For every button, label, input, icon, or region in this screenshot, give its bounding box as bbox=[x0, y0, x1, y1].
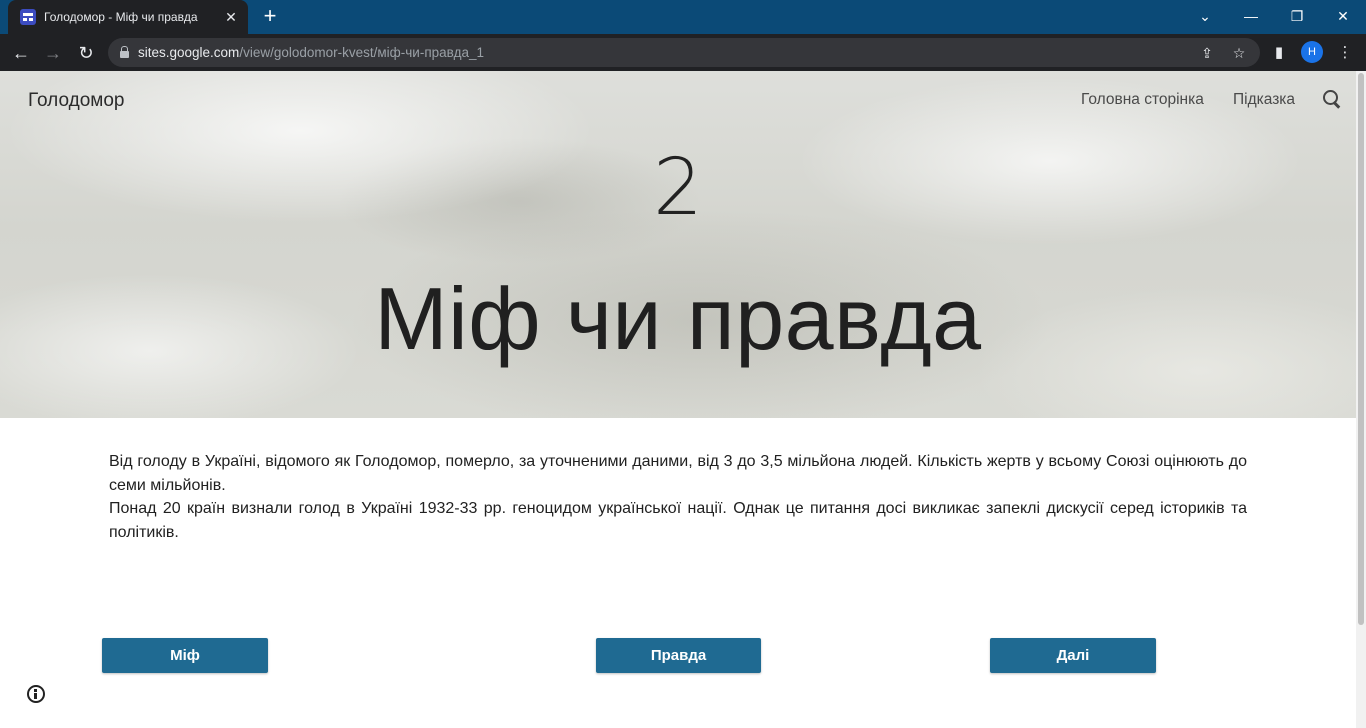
reload-icon[interactable]: ↻ bbox=[74, 41, 98, 65]
browser-tab[interactable]: Голодомор - Міф чи правда ✕ bbox=[8, 0, 248, 34]
new-tab-button[interactable]: + bbox=[258, 5, 282, 29]
share-icon[interactable]: ⇪ bbox=[1198, 44, 1216, 62]
info-icon[interactable] bbox=[27, 685, 45, 703]
close-window-icon[interactable]: ✕ bbox=[1329, 4, 1357, 28]
side-panel-icon[interactable]: ▮ bbox=[1268, 42, 1290, 64]
hero-number: 2 bbox=[653, 143, 703, 233]
page-title: Міф чи правда bbox=[374, 269, 982, 368]
back-arrow-icon[interactable]: ← bbox=[9, 41, 33, 65]
tab-title: Голодомор - Міф чи правда bbox=[44, 10, 198, 24]
address-bar[interactable]: sites.google.com/view/golodomor-kvest/мі… bbox=[108, 38, 1260, 67]
page-scrollbar[interactable] bbox=[1356, 71, 1366, 728]
hero-banner: Голодомор Головна сторінка Підказка 2 Мі… bbox=[0, 71, 1356, 418]
search-icon[interactable] bbox=[1322, 89, 1342, 109]
next-button[interactable]: Далі bbox=[990, 638, 1156, 673]
browser-tab-bar: Голодомор - Міф чи правда ✕ + ⌄ — ❐ ✕ bbox=[0, 0, 1366, 34]
profile-avatar[interactable]: H bbox=[1301, 41, 1323, 63]
intro-paragraph-1: Від голоду в Україні, відомого як Голодо… bbox=[109, 453, 1247, 494]
bookmark-star-icon[interactable]: ☆ bbox=[1230, 44, 1248, 62]
site-title[interactable]: Голодомор bbox=[28, 90, 124, 112]
tab-search-dropdown-icon[interactable]: ⌄ bbox=[1191, 4, 1219, 28]
intro-text: Від голоду в Україні, відомого як Голодо… bbox=[109, 450, 1247, 544]
browser-toolbar: ← → ↻ sites.google.com/view/golodomor-kv… bbox=[0, 34, 1366, 71]
lock-icon[interactable] bbox=[120, 46, 129, 58]
page-content: Голодомор Головна сторінка Підказка 2 Мі… bbox=[0, 71, 1356, 728]
nav-link-hint[interactable]: Підказка bbox=[1233, 91, 1295, 109]
intro-paragraph-2: Понад 20 країн визнали голод в Україні 1… bbox=[109, 500, 1247, 541]
forward-arrow-icon[interactable]: → bbox=[41, 41, 65, 65]
browser-menu-icon[interactable]: ⋮ bbox=[1334, 42, 1356, 64]
scrollbar-thumb[interactable] bbox=[1358, 73, 1364, 625]
url-text[interactable]: sites.google.com/view/golodomor-kvest/мі… bbox=[138, 45, 484, 60]
google-sites-favicon-icon bbox=[20, 9, 36, 25]
restore-window-icon[interactable]: ❐ bbox=[1283, 4, 1311, 28]
tab-close-icon[interactable]: ✕ bbox=[222, 8, 240, 26]
minimize-window-icon[interactable]: — bbox=[1237, 4, 1265, 28]
myth-button[interactable]: Міф bbox=[102, 638, 268, 673]
truth-button[interactable]: Правда bbox=[596, 638, 761, 673]
nav-link-home[interactable]: Головна сторінка bbox=[1081, 91, 1204, 109]
